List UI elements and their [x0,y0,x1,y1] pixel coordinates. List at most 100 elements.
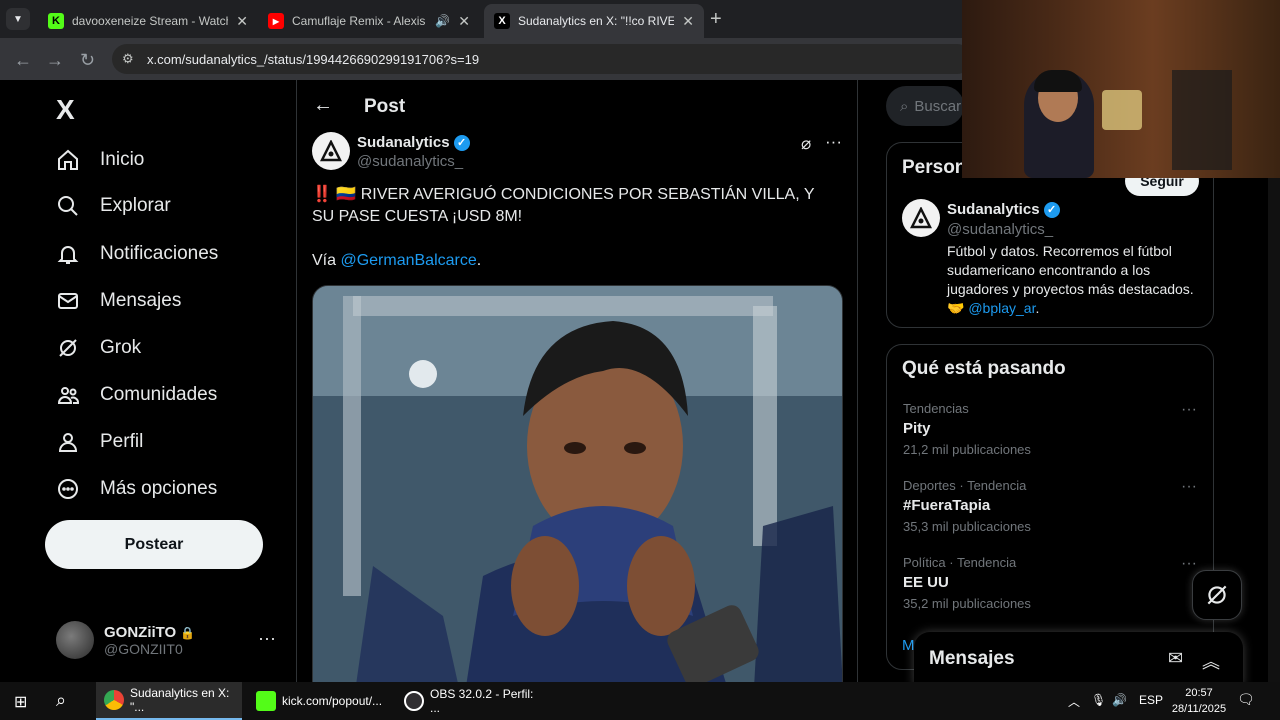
taskbar-app-chrome[interactable]: Sudanalytics en X: "... [96,682,242,720]
windows-start-icon[interactable]: ⊞ [14,692,27,712]
streamer-hair [1034,70,1082,92]
more-dots-icon[interactable]: ··· [1181,555,1197,573]
sudanalytics-logo-icon [910,207,932,229]
webcam-overlay [962,0,1280,178]
tab-search-button[interactable]: ▼ [6,8,30,30]
sidebar-item-explorar[interactable]: Explorar [56,186,171,226]
more-dots-icon[interactable]: ··· [825,132,842,152]
author-handle: @sudanalytics_ [357,153,464,170]
kick-favicon-icon: K [48,13,64,29]
address-bar[interactable]: ⚙ x.com/sudanalytics_/status/19944266902… [112,44,972,74]
forward-arrow-icon[interactable]: → [46,50,64,71]
account-handle: @GONZIIT0 [104,640,183,657]
back-arrow-icon[interactable]: ← [313,94,333,117]
trend-count: 21,2 mil publicaciones [903,442,1031,457]
more-circle-icon [58,479,78,499]
account-switcher[interactable]: GONZiiTO 🔒 @GONZIIT0 ··· [56,618,286,662]
more-dots-icon[interactable]: ··· [1181,401,1197,419]
bell-icon [57,246,79,264]
speaker-icon[interactable]: 🔊 [435,14,450,28]
close-icon[interactable]: ✕ [682,13,694,30]
tab-kick-stream[interactable]: K davooxeneize Stream - Watch L ✕ [38,4,258,38]
profile-name: Sudanalytics [947,201,1040,218]
clock-time: 20:57 [1185,687,1213,699]
author-name-row[interactable]: Sudanalytics ✓ [357,134,470,151]
trend-count: 35,2 mil publicaciones [903,596,1031,611]
new-message-icon[interactable]: ✉ [1168,648,1183,669]
microphone-icon[interactable]: 🎙 [1091,693,1106,707]
reload-icon[interactable]: ↻ [80,50,95,71]
back-arrow-icon[interactable]: ← [14,50,32,71]
clock[interactable]: 20:57 28/11/2025 [1168,685,1230,717]
more-dots-icon[interactable]: ··· [1181,478,1197,496]
youtube-favicon-icon: ▶ [268,13,284,29]
trend-category: Tendencias [903,401,969,416]
mention-link[interactable]: @GermanBalcarce [340,252,476,269]
chevron-up-icon[interactable]: ︿ [1068,693,1080,710]
tab-sudanalytics-x[interactable]: X Sudanalytics en X: "!!co RIVER A ✕ [484,4,704,38]
kick-icon [256,691,276,711]
speaker-icon[interactable]: 🔊 [1112,693,1127,707]
grok-icon [1207,585,1227,605]
card-title: Person [902,157,967,178]
sidebar-item-grok[interactable]: Grok [56,328,141,368]
trend-count: 35,3 mil publicaciones [903,519,1031,534]
sidebar-item-mensajes[interactable]: Mensajes [56,281,181,321]
tab-youtube-camuflaje[interactable]: ▶ Camuflaje Remix - Alexis y F 🔊 ✕ [258,4,480,38]
close-icon[interactable]: ✕ [458,13,470,30]
profile-handle: @sudanalytics_ [947,221,1054,238]
mail-icon [58,293,78,309]
sidebar-item-label: Inicio [100,149,145,170]
trend-item[interactable]: Política · Tendencia EE UU 35,2 mil publ… [903,555,1203,611]
avatar [56,621,94,659]
post-button[interactable]: Postear [45,520,263,569]
sidebar-item-mas-opciones[interactable]: Más opciones [56,469,217,509]
notifications-icon[interactable]: 🗨 [1237,691,1255,708]
trend-item[interactable]: Tendencias Pity 21,2 mil publicaciones ·… [903,401,1203,457]
x-logo-icon[interactable]: X [56,94,75,126]
url-text: x.com/sudanalytics_/status/1994426690299… [147,52,480,67]
sidebar-item-comunidades[interactable]: Comunidades [56,375,217,415]
taskbar-app-label: OBS 32.0.2 - Perfil: ... [430,687,534,715]
search-input[interactable]: ⌕ Buscar [886,86,964,126]
post-via: Vía @GermanBalcarce. [312,252,481,270]
player-photo [313,286,842,682]
tab-title: Sudanalytics en X: "!!co RIVER A [518,14,675,28]
lock-icon: 🔒 [180,625,196,640]
post-body: RIVER AVERIGUÓ CONDICIONES POR SEBASTIÁN… [312,186,815,225]
language-indicator[interactable]: ESP [1139,693,1163,707]
background-monitor [1172,70,1232,170]
sidebar-item-perfil[interactable]: Perfil [56,422,143,462]
author-avatar[interactable] [312,132,350,170]
taskbar-app-kick[interactable]: kick.com/popout/... [248,682,392,720]
trend-name: #FueraTapia [903,497,991,514]
card-title: Qué está pasando [902,358,1066,379]
sidebar-item-label: Explorar [100,195,171,216]
sidebar-item-label: Mensajes [100,290,182,311]
bio-link[interactable]: @bplay_ar [968,300,1035,316]
sidebar-item-inicio[interactable]: Inicio [56,140,144,180]
grok-fab-button[interactable] [1192,570,1242,620]
site-settings-icon[interactable]: ⚙ [122,51,134,67]
taskbar-app-obs[interactable]: OBS 32.0.2 - Perfil: ... [396,682,542,720]
grok-icon[interactable]: ⌀ [801,134,811,154]
trend-item[interactable]: Deportes · Tendencia #FueraTapia 35,3 mi… [903,478,1203,534]
new-tab-icon[interactable]: + [710,8,722,31]
messages-drawer[interactable]: Mensajes ✉ ︽ [914,632,1243,682]
more-dots-icon[interactable]: ··· [258,628,276,649]
sidebar-item-notificaciones[interactable]: Notificaciones [56,234,218,274]
trend-name: Pity [903,420,931,437]
show-more-link[interactable]: M [902,637,915,654]
profile-avatar[interactable] [902,199,940,237]
post-image[interactable] [312,285,843,682]
obs-icon [404,691,424,711]
windows-taskbar: ⊞ ⌕ Sudanalytics en X: "... kick.com/pop… [0,682,1280,720]
profile-name-row[interactable]: Sudanalytics ✓ [947,201,1060,218]
close-icon[interactable]: ✕ [236,13,248,30]
drawer-title: Mensajes [929,648,1015,669]
search-placeholder: Buscar [914,97,962,115]
search-icon[interactable]: ⌕ [56,690,66,711]
grok-icon [59,339,77,357]
chevron-up-icon[interactable]: ︽ [1202,648,1220,674]
sidebar-item-label: Comunidades [100,384,218,405]
